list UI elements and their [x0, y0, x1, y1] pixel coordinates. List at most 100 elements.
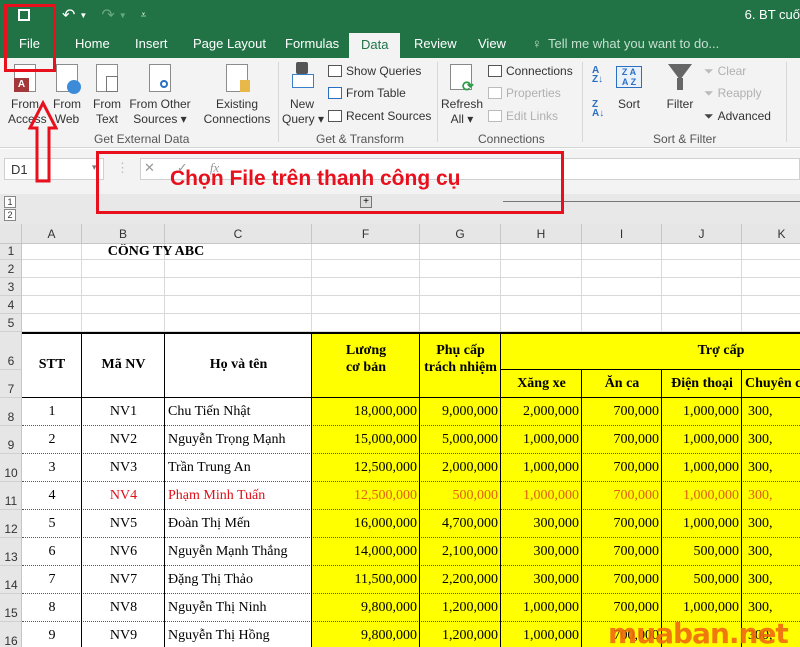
cell-phu-cap[interactable]: 500,000: [420, 482, 501, 510]
column-header-i[interactable]: I: [582, 224, 662, 244]
tab-formulas[interactable]: Formulas: [285, 36, 339, 51]
tab-home[interactable]: Home: [75, 36, 110, 51]
cell-stt[interactable]: 7: [22, 566, 82, 594]
cell-stt[interactable]: 1: [22, 398, 82, 426]
redo-icon[interactable]: ↷: [101, 5, 114, 25]
edit-links-button[interactable]: Edit Links: [488, 107, 558, 125]
cell-dien-thoai[interactable]: 1,000,000: [662, 482, 742, 510]
cell-luong[interactable]: 9,800,000: [312, 622, 420, 647]
header-dien-thoai[interactable]: Điện thoại: [662, 370, 742, 398]
cell-stt[interactable]: 6: [22, 538, 82, 566]
cell-ho-ten[interactable]: Trần Trung An: [165, 454, 312, 482]
show-queries-button[interactable]: Show Queries: [328, 62, 421, 80]
connections-button[interactable]: Connections: [488, 62, 573, 80]
cell-phu-cap[interactable]: 2,000,000: [420, 454, 501, 482]
undo-dropdown-icon[interactable]: ▼: [79, 11, 87, 20]
recent-sources-button[interactable]: Recent Sources: [328, 107, 431, 125]
cell-phu-cap[interactable]: 4,700,000: [420, 510, 501, 538]
cell-dien-thoai[interactable]: 1,000,000: [662, 426, 742, 454]
cell-stt[interactable]: 2: [22, 426, 82, 454]
cell-an-ca[interactable]: 700,000: [582, 538, 662, 566]
row-header[interactable]: 14: [0, 566, 22, 594]
cell-stt[interactable]: 8: [22, 594, 82, 622]
row-header[interactable]: 3: [0, 278, 22, 296]
cell-luong[interactable]: 14,000,000: [312, 538, 420, 566]
cell-ma-nv[interactable]: NV9: [82, 622, 165, 647]
cell-luong[interactable]: 15,000,000: [312, 426, 420, 454]
cell-ho-ten[interactable]: Nguyễn Trọng Mạnh: [165, 426, 312, 454]
cell-ma-nv[interactable]: NV6: [82, 538, 165, 566]
cell-xang-xe[interactable]: 2,000,000: [501, 398, 582, 426]
cell-xang-xe[interactable]: 1,000,000: [501, 454, 582, 482]
cell-ma-nv[interactable]: NV5: [82, 510, 165, 538]
header-tro-cap[interactable]: Trợ cấp: [501, 332, 800, 370]
cell-an-ca[interactable]: 700,000: [582, 426, 662, 454]
customize-qat-icon[interactable]: ⩡: [141, 10, 147, 21]
row-header[interactable]: 8: [0, 398, 22, 426]
properties-button[interactable]: Properties: [488, 84, 561, 102]
reapply-button[interactable]: ⏷ Reapply: [704, 84, 762, 102]
row-header[interactable]: 6: [0, 332, 22, 370]
cell-an-ca[interactable]: 700,000: [582, 398, 662, 426]
cell-chuyen-can[interactable]: 300,: [742, 538, 800, 566]
column-header-k[interactable]: K: [742, 224, 800, 244]
column-header-c[interactable]: C: [165, 224, 312, 244]
cell-ho-ten[interactable]: Nguyễn Thị Hồng: [165, 622, 312, 647]
column-header-j[interactable]: J: [662, 224, 742, 244]
row-header[interactable]: 16: [0, 622, 22, 647]
cell-xang-xe[interactable]: 1,000,000: [501, 594, 582, 622]
cell-phu-cap[interactable]: 1,200,000: [420, 622, 501, 647]
header-luong-co-ban[interactable]: Lương cơ bản: [312, 342, 420, 382]
cell-phu-cap[interactable]: 2,200,000: [420, 566, 501, 594]
redo-dropdown-icon[interactable]: ▼: [119, 11, 127, 20]
cell-chuyen-can[interactable]: 300,: [742, 566, 800, 594]
row-header[interactable]: 15: [0, 594, 22, 622]
header-ho-ten[interactable]: Họ và tên: [165, 332, 312, 398]
header-phu-cap[interactable]: Phụ cấp trách nhiệm: [420, 342, 501, 382]
cell-xang-xe[interactable]: 300,000: [501, 510, 582, 538]
cell-stt[interactable]: 3: [22, 454, 82, 482]
cell-dien-thoai[interactable]: 500,000: [662, 566, 742, 594]
header-xang-xe[interactable]: Xăng xe: [501, 370, 582, 398]
undo-icon[interactable]: ↶: [62, 5, 75, 25]
cell-ma-nv[interactable]: NV4: [82, 482, 165, 510]
cell-an-ca[interactable]: 700,000: [582, 454, 662, 482]
cell-chuyen-can[interactable]: 300,: [742, 398, 800, 426]
column-header-f[interactable]: F: [312, 224, 420, 244]
row-header[interactable]: 4: [0, 296, 22, 314]
tab-view[interactable]: View: [478, 36, 506, 51]
select-all-corner[interactable]: [0, 224, 22, 244]
cell-luong[interactable]: 12,500,000: [312, 454, 420, 482]
row-header[interactable]: 9: [0, 426, 22, 454]
row-header[interactable]: 7: [0, 370, 22, 398]
header-stt[interactable]: STT: [22, 332, 82, 398]
cell-chuyen-can[interactable]: 300,: [742, 482, 800, 510]
cell-luong[interactable]: 16,000,000: [312, 510, 420, 538]
cell-xang-xe[interactable]: 1,000,000: [501, 426, 582, 454]
row-header[interactable]: 1: [0, 244, 22, 260]
cell-an-ca[interactable]: 700,000: [582, 510, 662, 538]
advanced-filter-button[interactable]: ⏷ Advanced: [704, 107, 771, 125]
row-header[interactable]: 12: [0, 510, 22, 538]
cell-phu-cap[interactable]: 5,000,000: [420, 426, 501, 454]
row-header[interactable]: 2: [0, 260, 22, 278]
from-table-button[interactable]: From Table: [328, 84, 406, 102]
cell-ma-nv[interactable]: NV1: [82, 398, 165, 426]
cell-stt[interactable]: 4: [22, 482, 82, 510]
cell-stt[interactable]: 9: [22, 622, 82, 647]
cell-dien-thoai[interactable]: 1,000,000: [662, 510, 742, 538]
cell-xang-xe[interactable]: 1,000,000: [501, 482, 582, 510]
cell-chuyen-can[interactable]: 300,: [742, 510, 800, 538]
cell-luong[interactable]: 9,800,000: [312, 594, 420, 622]
cell-phu-cap[interactable]: 1,200,000: [420, 594, 501, 622]
outline-level-2-button[interactable]: 2: [4, 209, 16, 221]
column-header-h[interactable]: H: [501, 224, 582, 244]
column-header-a[interactable]: A: [22, 224, 82, 244]
row-header[interactable]: 10: [0, 454, 22, 482]
cell-ma-nv[interactable]: NV3: [82, 454, 165, 482]
header-an-ca[interactable]: Ăn ca: [582, 370, 662, 398]
cell-an-ca[interactable]: 700,000: [582, 566, 662, 594]
cell-xang-xe[interactable]: 1,000,000: [501, 622, 582, 647]
row-header[interactable]: 5: [0, 314, 22, 332]
tab-review[interactable]: Review: [414, 36, 457, 51]
